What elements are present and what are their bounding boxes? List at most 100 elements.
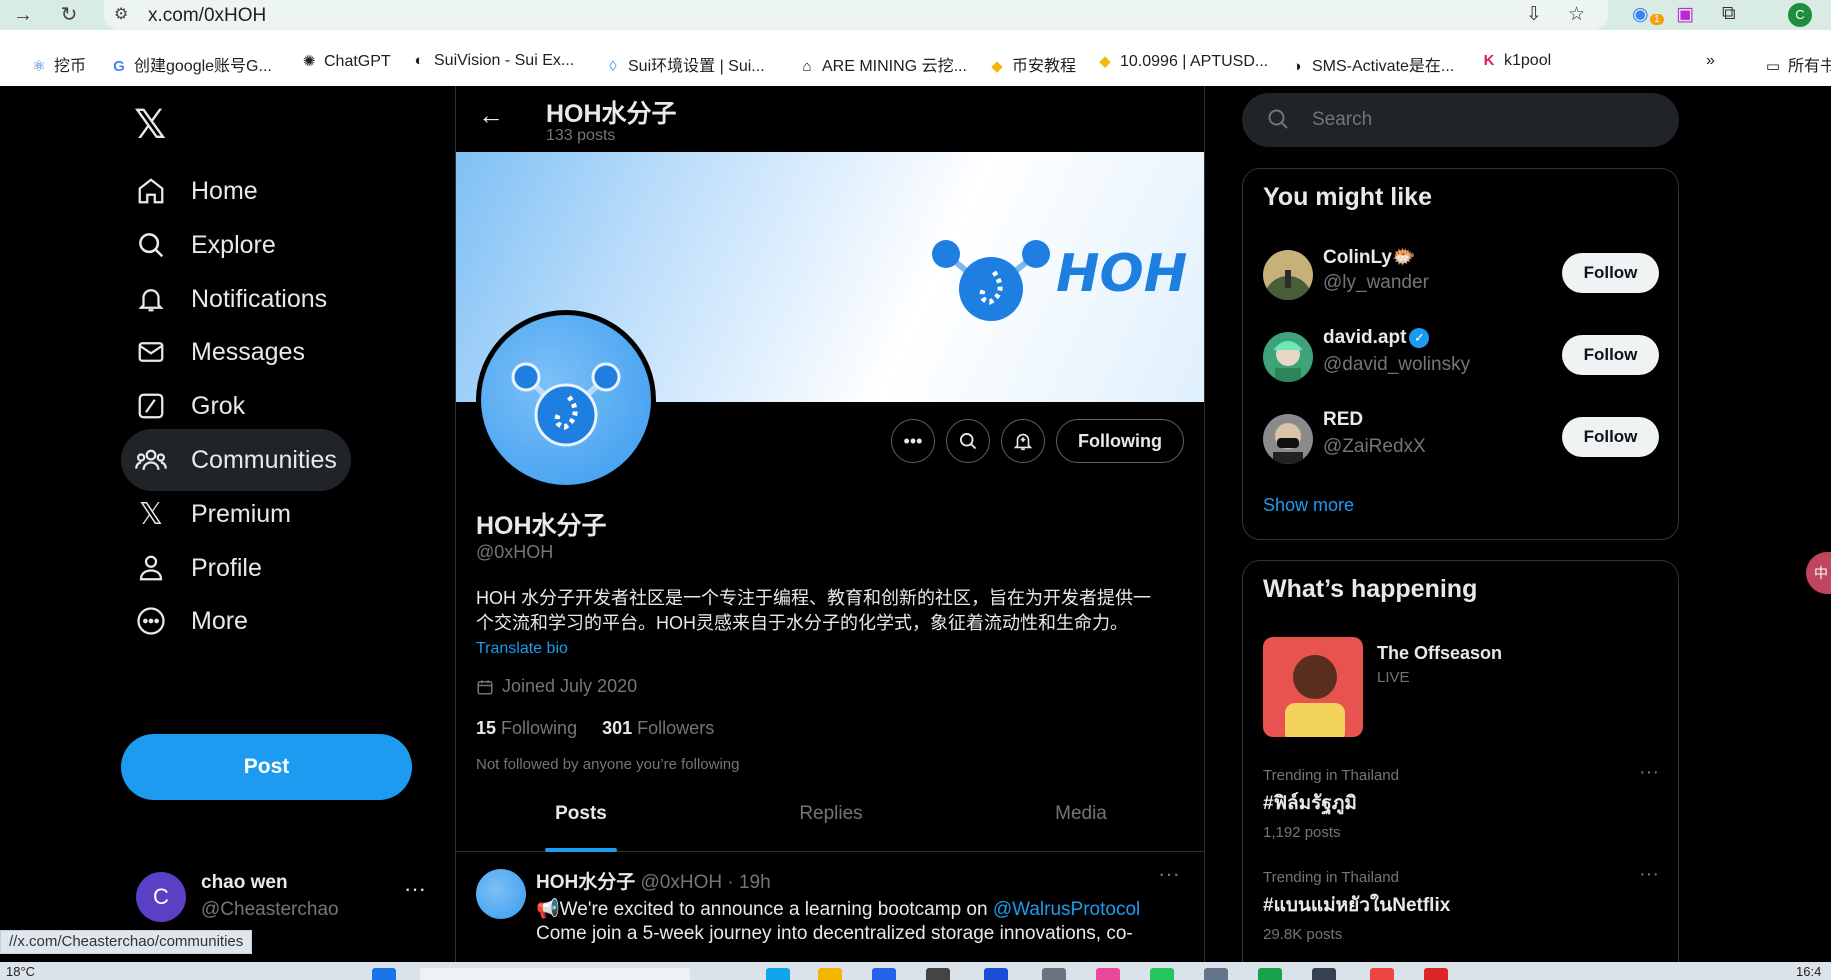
- all-bookmarks-folder[interactable]: ▭ 所有书: [1764, 52, 1831, 76]
- event-title: The Offseason: [1377, 643, 1503, 663]
- suggestion-handle: @ZaiRedxX: [1323, 436, 1426, 457]
- nav-grok[interactable]: Grok: [121, 375, 259, 437]
- tweet-meta: @0xHOH · 19h: [640, 872, 771, 893]
- profile-avatar[interactable]: [476, 310, 656, 490]
- following-stat[interactable]: 15 Following: [476, 718, 577, 738]
- google-icon: G: [113, 58, 125, 75]
- back-arrow-icon[interactable]: ←: [478, 100, 504, 131]
- taskbar-app-icon[interactable]: [1312, 968, 1336, 980]
- browser-profile-avatar[interactable]: C: [1788, 3, 1812, 27]
- x-logo-icon[interactable]: 𝕏: [134, 102, 166, 148]
- followers-stat[interactable]: 301 Followers: [602, 718, 714, 738]
- taskbar-store-icon[interactable]: [872, 968, 896, 980]
- windows-start-icon[interactable]: [372, 968, 396, 980]
- bookmark-star-icon[interactable]: ☆: [1568, 3, 1585, 26]
- account-more-icon[interactable]: ···: [404, 876, 426, 902]
- nav-messages[interactable]: Messages: [121, 321, 319, 383]
- taskbar-search-box[interactable]: [420, 968, 690, 980]
- suggestion-name: ColinLy🐡: [1323, 247, 1416, 268]
- reload-icon[interactable]: ↻: [56, 2, 82, 28]
- bookmark-item[interactable]: ⚛ 挖币: [30, 52, 86, 76]
- bookmark-item[interactable]: Kk1pool: [1480, 52, 1552, 70]
- tab-replies[interactable]: Replies: [706, 776, 956, 852]
- tweet[interactable]: HOH水分子 @0xHOH · 19h ··· 📢We're excited t…: [456, 853, 1204, 980]
- more-options-button[interactable]: •••: [891, 419, 935, 463]
- extensions-puzzle-icon[interactable]: ⧉: [1722, 3, 1736, 25]
- suggestion-row[interactable]: david.apt ✓ @david_wolinsky Follow: [1263, 327, 1663, 387]
- taskbar-app-icon[interactable]: [1042, 968, 1066, 980]
- taskbar-app-icon[interactable]: [926, 968, 950, 980]
- follow-button[interactable]: Follow: [1562, 335, 1659, 375]
- trend-item[interactable]: Trending in Thailand #ฟิล์มรัฐภูมิ 1,192…: [1263, 761, 1663, 841]
- search-profile-button[interactable]: [946, 419, 990, 463]
- explore-icon: [135, 229, 167, 261]
- taskbar-app-icon[interactable]: [1258, 968, 1282, 980]
- taskbar-clock[interactable]: 16:4: [1796, 964, 1821, 979]
- address-bar[interactable]: ⚙ x.com/0xHOH: [104, 0, 1608, 30]
- bookmark-item[interactable]: ◆ 币安教程: [988, 52, 1076, 76]
- os-taskbar: 18°C 16:4: [0, 962, 1831, 980]
- tweet-avatar[interactable]: [476, 869, 526, 919]
- nav-home[interactable]: Home: [121, 160, 272, 222]
- status-bar-link: //x.com/Cheasterchao/communities: [0, 930, 253, 954]
- suggestion-row[interactable]: ColinLy🐡 @ly_wander Follow: [1263, 245, 1663, 305]
- extension-2-icon[interactable]: ▣: [1676, 3, 1694, 26]
- search-bar[interactable]: [1242, 93, 1679, 147]
- translate-bio-link[interactable]: Translate bio: [476, 640, 568, 658]
- nav-label: Grok: [191, 391, 246, 420]
- profile-header-bar: ← HOH水分子 133 posts: [456, 86, 1204, 152]
- taskbar-app-icon[interactable]: [1424, 968, 1448, 980]
- verified-badge-icon: ✓: [1409, 328, 1430, 348]
- following-button[interactable]: Following: [1056, 419, 1184, 463]
- follow-button[interactable]: Follow: [1562, 253, 1659, 293]
- site-settings-icon[interactable]: ⚙: [114, 4, 128, 24]
- floating-translate-icon[interactable]: 中: [1806, 552, 1831, 594]
- suggestion-row[interactable]: RED @ZaiRedxX Follow: [1263, 409, 1663, 469]
- avatar[interactable]: [1263, 250, 1313, 300]
- account-switcher[interactable]: C chao wen @Cheasterchao ···: [136, 872, 436, 932]
- follow-button[interactable]: Follow: [1562, 417, 1659, 457]
- avatar[interactable]: [1263, 414, 1313, 464]
- trend-more-icon[interactable]: ···: [1639, 863, 1659, 886]
- bookmarks-overflow[interactable]: »: [1706, 52, 1715, 70]
- bell-icon: [135, 283, 167, 315]
- bookmark-item[interactable]: ✺ ChatGPT: [300, 52, 391, 71]
- taskbar-app-icon[interactable]: [1204, 968, 1228, 980]
- weather-temp[interactable]: 18°C: [6, 964, 35, 979]
- nav-more[interactable]: More: [121, 590, 262, 652]
- bookmark-item[interactable]: ◆ 10.0996 | APTUSD...: [1096, 52, 1268, 71]
- bookmark-item[interactable]: ◑ SMS-Activate是在...: [1288, 52, 1454, 76]
- trend-item[interactable]: Trending in Thailand #แบนแม่หยัวในNetfli…: [1263, 863, 1663, 943]
- notify-button[interactable]: [1001, 419, 1045, 463]
- search-input[interactable]: [1312, 105, 1652, 135]
- tab-media[interactable]: Media: [956, 776, 1204, 852]
- bookmark-item[interactable]: ◐ SuiVision - Sui Ex...: [410, 52, 574, 70]
- taskbar-chrome-icon[interactable]: [1370, 968, 1394, 980]
- install-app-icon[interactable]: ⇩: [1526, 3, 1542, 26]
- tweet-author-name[interactable]: HOH水分子: [536, 872, 635, 893]
- post-button[interactable]: Post: [121, 734, 412, 800]
- mining-icon: ⌂: [802, 58, 812, 75]
- event-card[interactable]: The Offseason LIVE: [1263, 637, 1663, 737]
- avatar[interactable]: [1263, 332, 1313, 382]
- bookmark-item[interactable]: ◊ Sui环境设置 | Sui...: [604, 52, 764, 76]
- bookmark-item[interactable]: G 创建google账号G...: [110, 52, 272, 76]
- nav-premium[interactable]: 𝕏 Premium: [121, 483, 305, 545]
- taskbar-app-icon[interactable]: [1150, 968, 1174, 980]
- url-text[interactable]: x.com/0xHOH: [148, 5, 266, 27]
- tweet-more-icon[interactable]: ···: [1158, 861, 1180, 887]
- nav-explore[interactable]: Explore: [121, 214, 290, 276]
- forward-icon[interactable]: →: [10, 2, 36, 28]
- taskbar-app-icon[interactable]: [1096, 968, 1120, 980]
- mention-link[interactable]: @WalrusProtocol: [993, 899, 1140, 920]
- tweet-text: 📢We're excited to announce a learning bo…: [536, 897, 1140, 921]
- extension-icon[interactable]: ◉: [1632, 3, 1649, 26]
- bookmark-item[interactable]: ⌂ ARE MINING 云挖...: [798, 52, 966, 76]
- taskbar-folder-icon[interactable]: [818, 968, 842, 980]
- taskbar-app-icon[interactable]: [984, 968, 1008, 980]
- show-more-link[interactable]: Show more: [1263, 495, 1354, 516]
- trend-more-icon[interactable]: ···: [1639, 761, 1659, 784]
- nav-communities[interactable]: Communities: [121, 429, 351, 491]
- tab-posts[interactable]: Posts: [456, 776, 706, 852]
- taskbar-edge-icon[interactable]: [766, 968, 790, 980]
